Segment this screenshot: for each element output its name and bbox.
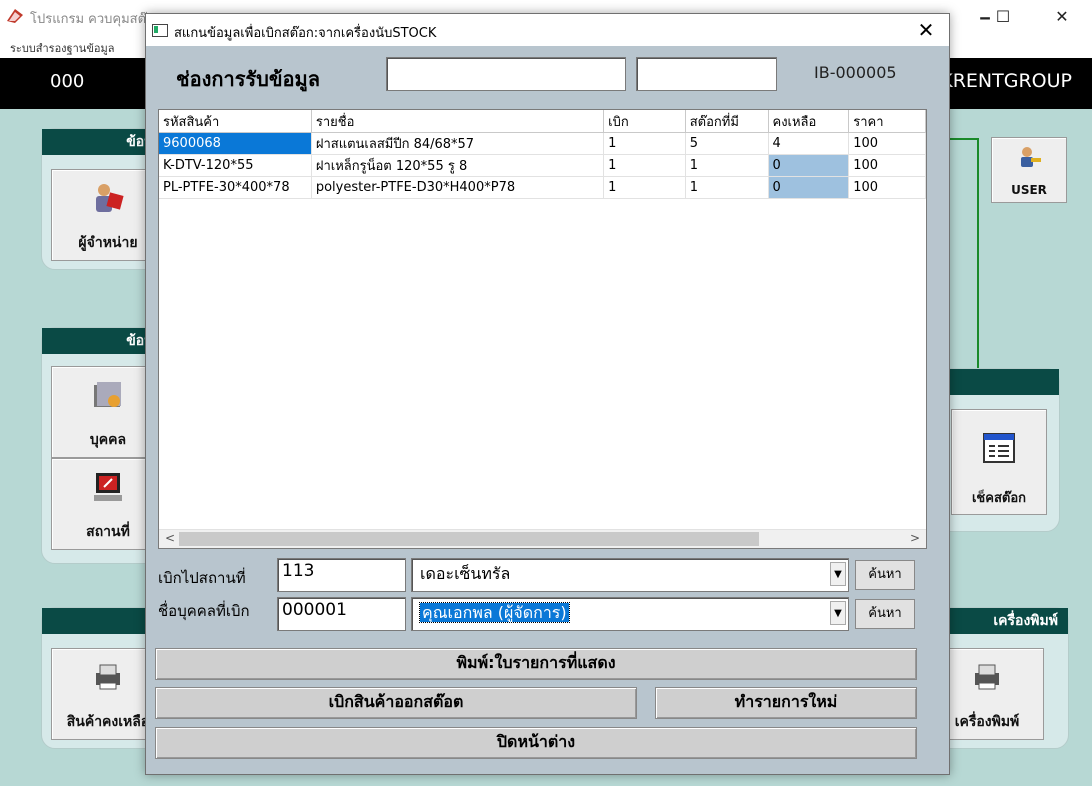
cell-withdraw[interactable]: 1 — [603, 154, 686, 177]
chevron-down-icon[interactable]: ▼ — [830, 601, 846, 625]
cell-price[interactable]: 100 — [848, 132, 926, 155]
location-select[interactable]: เดอะเซ็นทรัล ▼ — [411, 558, 849, 592]
people-icon — [96, 184, 124, 212]
cell-code[interactable]: PL-PTFE-30*400*78 — [159, 176, 312, 199]
folder-icon — [94, 382, 121, 407]
user-tile[interactable]: USER — [991, 137, 1067, 203]
connector-line — [977, 138, 979, 370]
cell-stock[interactable]: 1 — [685, 176, 769, 199]
search-location-button[interactable]: ค้นหา — [855, 560, 915, 590]
column-header[interactable]: เบิก — [603, 110, 686, 133]
column-header[interactable]: รหัสสินค้า — [159, 110, 312, 133]
cell-name[interactable]: ฝาเหล็กรูน็อต 120*55 รู 8 — [311, 154, 605, 177]
location-code-input[interactable]: 113 — [277, 558, 406, 592]
document-number: IB-000005 — [814, 63, 897, 82]
app-code: 000 — [50, 71, 85, 92]
location-select-value: เดอะเซ็นทรัล — [420, 564, 511, 583]
maximize-icon[interactable]: ☐ — [983, 4, 1023, 30]
cell-remaining[interactable]: 4 — [768, 132, 850, 155]
location-label: เบิกไปสถานที่ — [158, 569, 246, 587]
cell-withdraw[interactable]: 1 — [603, 132, 686, 155]
search-person-button[interactable]: ค้นหา — [855, 599, 915, 629]
column-header[interactable]: รายชื่อ — [311, 110, 605, 133]
cell-withdraw[interactable]: 1 — [603, 176, 686, 199]
computer-icon — [94, 473, 122, 501]
receive-input[interactable] — [386, 57, 626, 91]
scroll-left-icon[interactable]: < — [161, 531, 179, 545]
cell-price[interactable]: 100 — [848, 176, 926, 199]
receive-label: ช่องการรับข้อมูล — [176, 67, 320, 91]
grid-header-row: รหัสสินค้า รายชื่อ เบิก สต๊อกที่มี คงเหล… — [159, 110, 926, 133]
cell-remaining[interactable]: 0 — [768, 154, 850, 177]
column-header[interactable]: สต๊อกที่มี — [685, 110, 769, 133]
scrollbar-thumb[interactable] — [179, 532, 759, 546]
table-row[interactable]: PL-PTFE-30*400*78 polyester-PTFE-D30*H40… — [159, 176, 926, 199]
table-row[interactable]: 9600068 ฝาสแตนเลสมีปีก 84/68*57 1 5 4 10… — [159, 132, 926, 155]
dialog-titlebar[interactable]: สแกนข้อมูลเพื่อเบิกสต๊อก:จากเครื่องนับST… — [146, 14, 949, 46]
cell-name[interactable]: ฝาสแตนเลสมีปีก 84/68*57 — [311, 132, 605, 155]
cell-remaining[interactable]: 0 — [768, 176, 850, 199]
dialog-title: สแกนข้อมูลเพื่อเบิกสต๊อก:จากเครื่องนับST… — [174, 26, 437, 41]
dialog-icon — [152, 24, 168, 37]
scan-withdraw-dialog: สแกนข้อมูลเพื่อเบิกสต๊อก:จากเครื่องนับST… — [145, 13, 950, 775]
column-header[interactable]: ราคา — [848, 110, 926, 133]
print-button[interactable]: พิมพ์:ใบรายการที่แสดง — [155, 648, 917, 680]
items-grid[interactable]: รหัสสินค้า รายชื่อ เบิก สต๊อกที่มี คงเหล… — [158, 109, 927, 549]
receive-input-secondary[interactable] — [636, 57, 777, 91]
cell-price[interactable]: 100 — [848, 154, 926, 177]
connector-line — [948, 138, 978, 140]
scroll-right-icon[interactable]: > — [906, 531, 924, 545]
printer-icon — [975, 664, 999, 690]
user-key-icon — [1021, 147, 1041, 167]
person-select[interactable]: คุณเอกพล (ผู้จัดการ) ▼ — [411, 597, 849, 631]
new-transaction-button[interactable]: ทำรายการใหม่ — [655, 687, 917, 719]
menu-backup[interactable]: ระบบสำรองฐานข้อมูล — [10, 39, 114, 57]
column-header[interactable]: คงเหลือ — [768, 110, 850, 133]
close-icon[interactable]: ✕ — [903, 14, 949, 46]
tile-label: เช็คสต๊อก — [971, 491, 1027, 506]
cell-code[interactable]: K-DTV-120*55 — [159, 154, 312, 177]
chevron-down-icon[interactable]: ▼ — [830, 562, 846, 586]
withdraw-button[interactable]: เบิกสินค้าออกสต๊อต — [155, 687, 637, 719]
cell-name[interactable]: polyester-PTFE-D30*H400*P78 — [311, 176, 605, 199]
cell-stock[interactable]: 5 — [685, 132, 769, 155]
person-select-value: คุณเอกพล (ผู้จัดการ) — [419, 602, 570, 623]
person-label: ชื่อบุคคลที่เบิก — [158, 602, 250, 620]
tile-label: USER — [1011, 183, 1047, 197]
horizontal-scrollbar[interactable]: < > — [159, 529, 926, 548]
cell-code[interactable]: 9600068 — [159, 132, 312, 155]
printer-icon — [96, 664, 120, 690]
app-close-icon[interactable]: ✕ — [1042, 4, 1082, 30]
company-name: KRENTGROUP — [940, 70, 1072, 92]
person-code-input[interactable]: 000001 — [277, 597, 406, 631]
list-window-icon — [983, 433, 1015, 463]
check-stock-tile[interactable]: เช็คสต๊อก — [951, 409, 1047, 515]
cell-stock[interactable]: 1 — [685, 154, 769, 177]
app-logo-icon — [7, 9, 23, 23]
close-window-button[interactable]: ปิดหน้าต่าง — [155, 727, 917, 759]
table-row[interactable]: K-DTV-120*55 ฝาเหล็กรูน็อต 120*55 รู 8 1… — [159, 154, 926, 177]
